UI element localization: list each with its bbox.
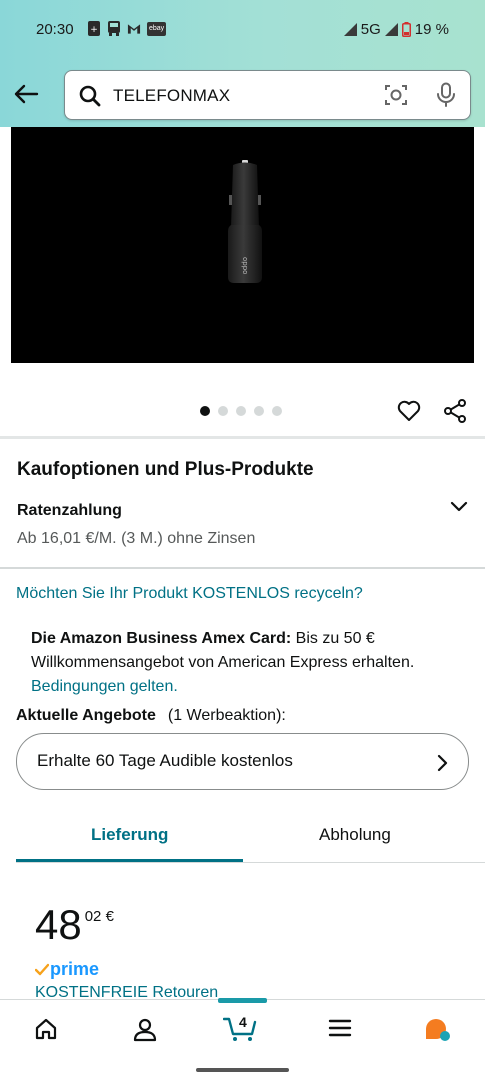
bus-icon [107,21,121,36]
product-image[interactable]: oppo [11,127,474,363]
price: 48 02 € [35,900,114,950]
camera-scan-icon[interactable] [384,83,408,112]
battery-icon [401,22,411,37]
prime-badge: prime [35,959,99,980]
section-divider [0,567,485,569]
audible-offer-button[interactable]: Erhalte 60 Tage Audible kostenlos [16,733,469,790]
status-time: 20:30 [36,21,74,38]
recycle-link[interactable]: Möchten Sie Ihr Produkt KOSTENLOS recyce… [16,585,363,603]
back-button[interactable] [10,78,42,110]
wishlist-heart-icon[interactable] [396,398,422,429]
microphone-icon[interactable] [435,82,457,113]
cart-button[interactable]: 4 [222,1014,259,1047]
pager-dot[interactable] [254,406,264,416]
chevron-right-icon [435,753,449,778]
rufus-assistant-icon[interactable] [423,1017,453,1048]
cart-count: 4 [239,1014,247,1030]
share-icon[interactable] [442,398,468,429]
network-label: 5G [360,21,381,38]
current-offers-count: (1 Werbeaktion): [167,707,286,724]
bottom-nav: 4 [0,999,485,1080]
tab-delivery[interactable]: Lieferung [91,825,168,845]
search-bar[interactable]: TELEFONMAX [64,70,471,120]
amex-offer: Die Amazon Business Amex Card: Bis zu 50… [31,627,471,699]
prime-label: prime [50,959,100,979]
installment-text: Ab 16,01 €/M. (3 M.) ohne Zinsen [17,530,256,547]
prime-check-icon [35,963,49,975]
current-offers-label: Aktuelle Angebote [16,707,156,724]
header: 20:30 + ebay 5G 19 % TELEFONMAX [0,0,485,127]
battery-level: 19 % [414,21,449,38]
pager-dot[interactable] [236,406,246,416]
signal-icon [343,23,357,36]
active-nav-indicator [218,998,267,1003]
image-pager[interactable] [200,406,282,416]
menu-icon[interactable] [328,1017,352,1044]
tab-pickup[interactable]: Abholung [319,825,391,845]
car-charger-image: oppo [228,160,262,283]
pager-dot[interactable] [200,406,210,416]
svg-text:oppo: oppo [241,257,249,274]
installment-title: Ratenzahlung [17,502,122,519]
home-icon[interactable] [34,1017,58,1046]
arrow-left-icon [14,84,39,104]
section-divider [0,436,485,439]
pager-dot[interactable] [272,406,282,416]
status-bar: 20:30 + ebay 5G 19 % [0,0,485,60]
ebay-icon: ebay [147,21,167,36]
search-icon [78,84,102,113]
price-whole: 48 [35,901,82,948]
audible-offer-label: Erhalte 60 Tage Audible kostenlos [37,751,293,770]
signal-icon [384,23,398,36]
current-offers: Aktuelle Angebote (1 Werbeaktion): [16,707,286,725]
price-fraction: 02 € [84,908,114,925]
pager-dot[interactable] [218,406,228,416]
gesture-bar [196,1068,289,1072]
system-status: 5G 19 % [343,21,449,38]
purchase-options-title: Kaufoptionen und Plus-Produkte [17,459,314,480]
terms-link[interactable]: Bedingungen gelten. [31,678,178,695]
tab-divider [16,862,485,863]
gmail-icon [127,21,141,36]
account-icon[interactable] [132,1017,158,1048]
search-input[interactable]: TELEFONMAX [113,86,230,106]
notification-icons: + ebay [87,21,167,36]
svg-text:+: + [90,25,98,35]
calculator-icon: + [87,21,101,36]
chevron-down-icon[interactable] [448,497,470,522]
amex-offer-title: Die Amazon Business Amex Card: [31,630,292,647]
